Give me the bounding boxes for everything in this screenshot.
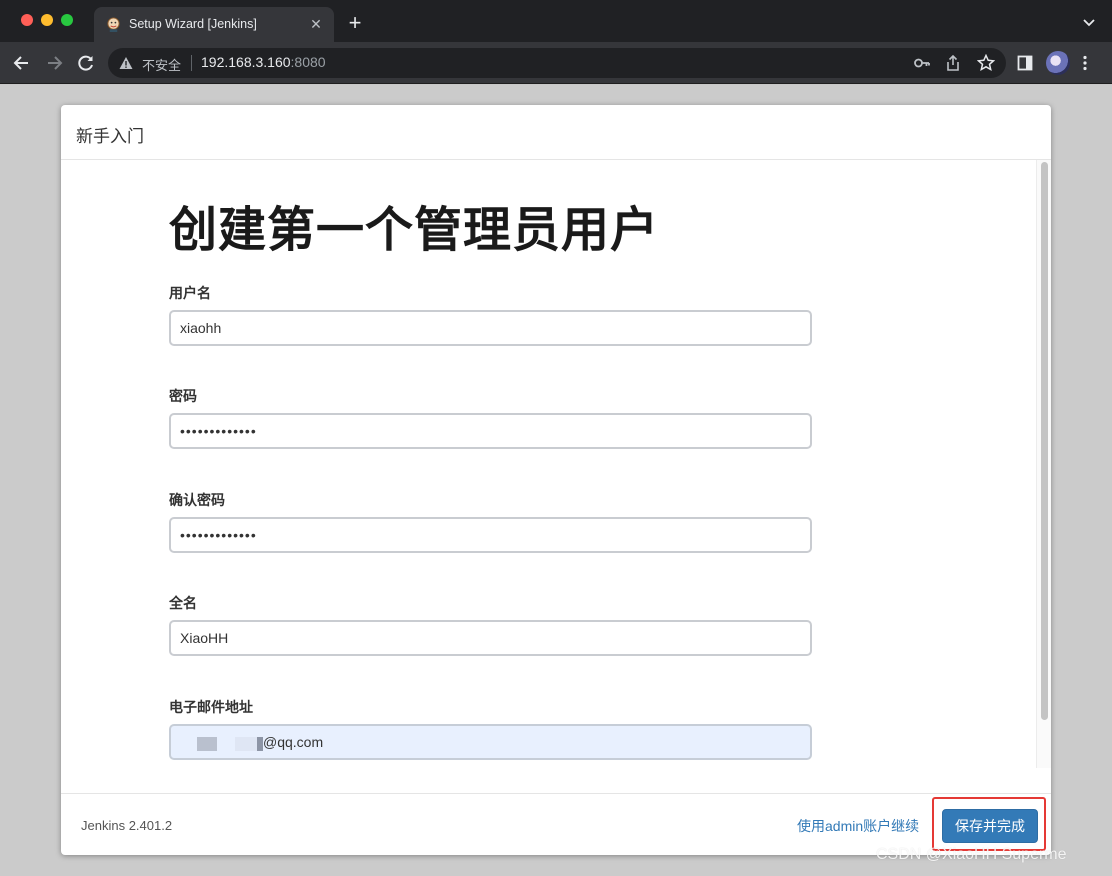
full-name-label: 全名 xyxy=(169,595,197,611)
new-tab-button[interactable]: + xyxy=(345,12,365,34)
continue-as-admin-link[interactable]: 使用admin账户继续 xyxy=(797,816,919,836)
tab-title: Setup Wizard [Jenkins] xyxy=(129,17,257,31)
share-icon[interactable] xyxy=(946,55,960,71)
back-arrow-icon[interactable] xyxy=(12,53,32,73)
redaction-mask xyxy=(197,737,217,751)
username-label: 用户名 xyxy=(169,285,211,301)
scrollbar[interactable] xyxy=(1036,160,1051,768)
browser-toolbar: 不安全 192.168.3.160:8080 xyxy=(0,42,1112,84)
password-label: 密码 xyxy=(169,388,197,404)
annotation-highlight xyxy=(932,797,1046,851)
url-text[interactable]: 192.168.3.160:8080 xyxy=(201,54,326,70)
chevron-down-icon[interactable] xyxy=(1081,14,1097,30)
security-status-label[interactable]: 不安全 xyxy=(142,55,181,74)
browser-tab[interactable]: Setup Wizard [Jenkins] ✕ xyxy=(94,7,334,42)
scrollbar-thumb[interactable] xyxy=(1041,162,1048,720)
maximize-window-button[interactable] xyxy=(61,14,73,26)
side-panel-icon[interactable] xyxy=(1017,55,1033,71)
page-title: 创建第一个管理员用户 xyxy=(169,204,660,257)
close-icon[interactable]: ✕ xyxy=(308,16,324,32)
setup-wizard-dialog: 新手入门 创建第一个管理员用户 用户名 xiaohh 密码 ••••••••••… xyxy=(61,105,1051,855)
page-viewport: 新手入门 创建第一个管理员用户 用户名 xiaohh 密码 ••••••••••… xyxy=(0,85,1112,876)
password-input[interactable]: ••••••••••••• xyxy=(169,413,812,449)
redaction-mask xyxy=(235,737,257,751)
forward-arrow-icon[interactable] xyxy=(44,53,64,73)
warning-icon[interactable] xyxy=(119,56,133,70)
key-icon[interactable] xyxy=(914,56,930,70)
bookmark-star-icon[interactable] xyxy=(977,54,995,72)
username-input[interactable]: xiaohh xyxy=(169,310,812,346)
browser-tab-bar: Setup Wizard [Jenkins] ✕ + xyxy=(0,0,1112,42)
version-label: Jenkins 2.401.2 xyxy=(81,818,173,833)
url-host: 192.168.3.160 xyxy=(201,54,291,70)
close-window-button[interactable] xyxy=(21,14,33,26)
more-menu-icon[interactable] xyxy=(1082,55,1088,71)
confirm-password-label: 确认密码 xyxy=(169,492,225,508)
dialog-body: 创建第一个管理员用户 用户名 xiaohh 密码 ••••••••••••• 确… xyxy=(61,160,1051,768)
full-name-input[interactable]: XiaoHH xyxy=(169,620,812,656)
email-label: 电子邮件地址 xyxy=(169,699,253,715)
profile-avatar[interactable] xyxy=(1046,51,1070,75)
reload-icon[interactable] xyxy=(76,53,96,73)
confirm-password-input[interactable]: ••••••••••••• xyxy=(169,517,812,553)
minimize-window-button[interactable] xyxy=(41,14,53,26)
watermark: CSDN @XiaoHH Superme xyxy=(876,846,1067,863)
dialog-header: 新手入门 xyxy=(61,105,1051,160)
url-port: :8080 xyxy=(290,54,326,70)
dialog-title: 新手入门 xyxy=(76,127,144,146)
email-input[interactable]: @qq.com xyxy=(169,724,812,760)
omnibox-divider xyxy=(191,55,192,71)
address-bar[interactable]: 不安全 192.168.3.160:8080 xyxy=(108,48,1006,78)
jenkins-icon xyxy=(107,17,120,32)
email-value: @qq.com xyxy=(263,734,324,750)
